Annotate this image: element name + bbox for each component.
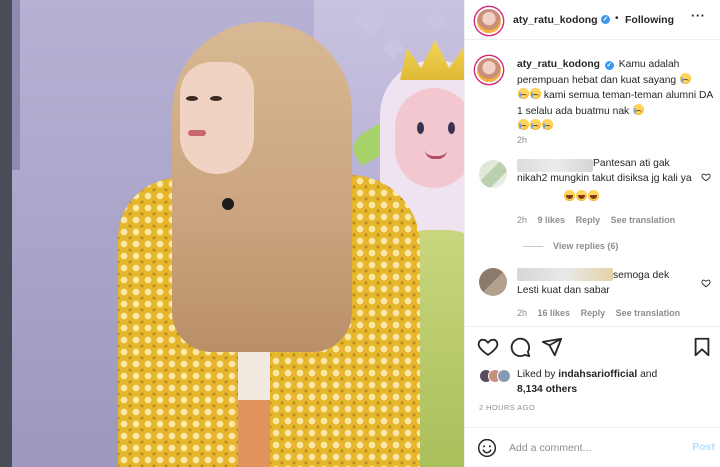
photo-background-panel-secondary bbox=[12, 0, 20, 170]
likes-and: and bbox=[640, 369, 658, 380]
bookmark-icon[interactable] bbox=[691, 336, 713, 358]
comment-text: Pantesan ati gak nikah2 mungkin takut di… bbox=[517, 158, 692, 184]
crying-face-emoji-icon bbox=[542, 119, 553, 131]
post-comment-button[interactable]: Post bbox=[692, 441, 715, 453]
view-replies-label: View replies (6) bbox=[553, 241, 619, 251]
comment-emoji-group bbox=[563, 190, 599, 203]
crying-face-emoji-icon bbox=[530, 88, 541, 100]
more-horizontal-icon[interactable]: ··· bbox=[691, 8, 706, 23]
post-timestamp[interactable]: 2 HOURS AGO bbox=[479, 403, 535, 412]
caption-username[interactable]: aty_ratu_kodong bbox=[517, 59, 600, 70]
comment-meta: 2h 16 likes Reply See translation bbox=[517, 308, 688, 318]
verified-badge-icon: ✓ bbox=[601, 15, 610, 24]
comment-icon[interactable] bbox=[509, 336, 531, 358]
view-replies-button[interactable]: View replies (6) bbox=[523, 241, 618, 251]
comment-like-heart-icon[interactable] bbox=[701, 278, 711, 288]
comment-reply-button[interactable]: Reply bbox=[581, 308, 606, 318]
photo-background-panel bbox=[0, 0, 12, 467]
backdrop-doll-face bbox=[395, 88, 464, 188]
verified-badge-icon: ✓ bbox=[604, 61, 614, 70]
crying-face-emoji-icon bbox=[518, 119, 529, 131]
caption-text-line2: kami semua teman-teman alumni DA 1 selal… bbox=[517, 90, 713, 117]
separator-dot: • bbox=[615, 13, 619, 24]
caption-author-avatar[interactable] bbox=[477, 58, 501, 82]
backdrop-doll-eye bbox=[417, 122, 424, 134]
comment-avatar[interactable] bbox=[479, 268, 507, 296]
blurred-username bbox=[517, 268, 613, 281]
comment-see-translation[interactable]: See translation bbox=[616, 308, 681, 318]
author-username[interactable]: aty_ratu_kodong bbox=[513, 14, 598, 26]
comment-time: 2h bbox=[517, 308, 528, 318]
comment-see-translation[interactable]: See translation bbox=[611, 215, 676, 225]
backdrop-doll-eye bbox=[448, 122, 455, 134]
right-eye bbox=[210, 96, 222, 101]
post-photo[interactable] bbox=[0, 0, 464, 467]
likes-summary: Liked by indahsariofficial and 8,134 oth… bbox=[479, 366, 715, 396]
comment-avatar[interactable] bbox=[479, 160, 507, 188]
laughing-emoji-icon bbox=[576, 190, 587, 201]
crying-face-emoji-icon bbox=[680, 72, 692, 84]
likes-text: Liked by indahsariofficial and 8,134 oth… bbox=[517, 367, 717, 397]
instagram-post-view: aty_ratu_kodong ✓ • Following ··· aty_ra… bbox=[0, 0, 720, 467]
add-comment-bar: Post bbox=[465, 427, 720, 467]
comment-likes[interactable]: 16 likes bbox=[538, 308, 571, 318]
lips bbox=[188, 130, 206, 136]
liker-avatar bbox=[497, 369, 511, 383]
liked-by-user-link[interactable]: indahsariofficial bbox=[558, 369, 637, 380]
laughing-emoji-icon bbox=[588, 190, 599, 201]
crying-face-emoji-icon bbox=[518, 88, 529, 100]
comment-text-continued: Lesti kuat dan sabar bbox=[517, 285, 610, 296]
post-caption: aty_ratu_kodong ✓ Kamu adalah perempuan … bbox=[517, 58, 713, 135]
comment-text: semoga dek bbox=[613, 270, 670, 281]
left-eye bbox=[186, 96, 198, 101]
clip-microphone bbox=[222, 198, 234, 210]
crying-face-emoji-icon bbox=[633, 103, 645, 115]
smiley-icon[interactable] bbox=[477, 438, 497, 458]
face bbox=[180, 62, 254, 174]
comment-input[interactable] bbox=[509, 438, 669, 458]
heart-icon[interactable] bbox=[477, 336, 499, 358]
author-avatar[interactable] bbox=[477, 9, 501, 33]
comment-time: 2h bbox=[517, 215, 528, 225]
comment-meta: 2h 9 likes Reply See translation bbox=[517, 215, 683, 225]
likes-prefix: Liked by bbox=[517, 369, 556, 380]
post-header: aty_ratu_kodong ✓ • Following ··· bbox=[465, 0, 720, 40]
post-sidebar: aty_ratu_kodong ✓ • Following ··· aty_ra… bbox=[464, 0, 720, 467]
share-icon[interactable] bbox=[541, 336, 563, 358]
post-actions-bar bbox=[465, 326, 720, 366]
laughing-emoji-icon bbox=[564, 190, 575, 201]
comment-likes[interactable]: 9 likes bbox=[538, 215, 566, 225]
comment-like-heart-icon[interactable] bbox=[701, 172, 711, 182]
caption-time: 2h bbox=[517, 135, 528, 145]
replies-line bbox=[523, 246, 543, 248]
crying-face-emoji-icon bbox=[530, 119, 541, 131]
likes-others-link[interactable]: 8,134 others bbox=[517, 384, 577, 395]
comment-reply-button[interactable]: Reply bbox=[576, 215, 601, 225]
following-button[interactable]: Following bbox=[625, 14, 674, 26]
